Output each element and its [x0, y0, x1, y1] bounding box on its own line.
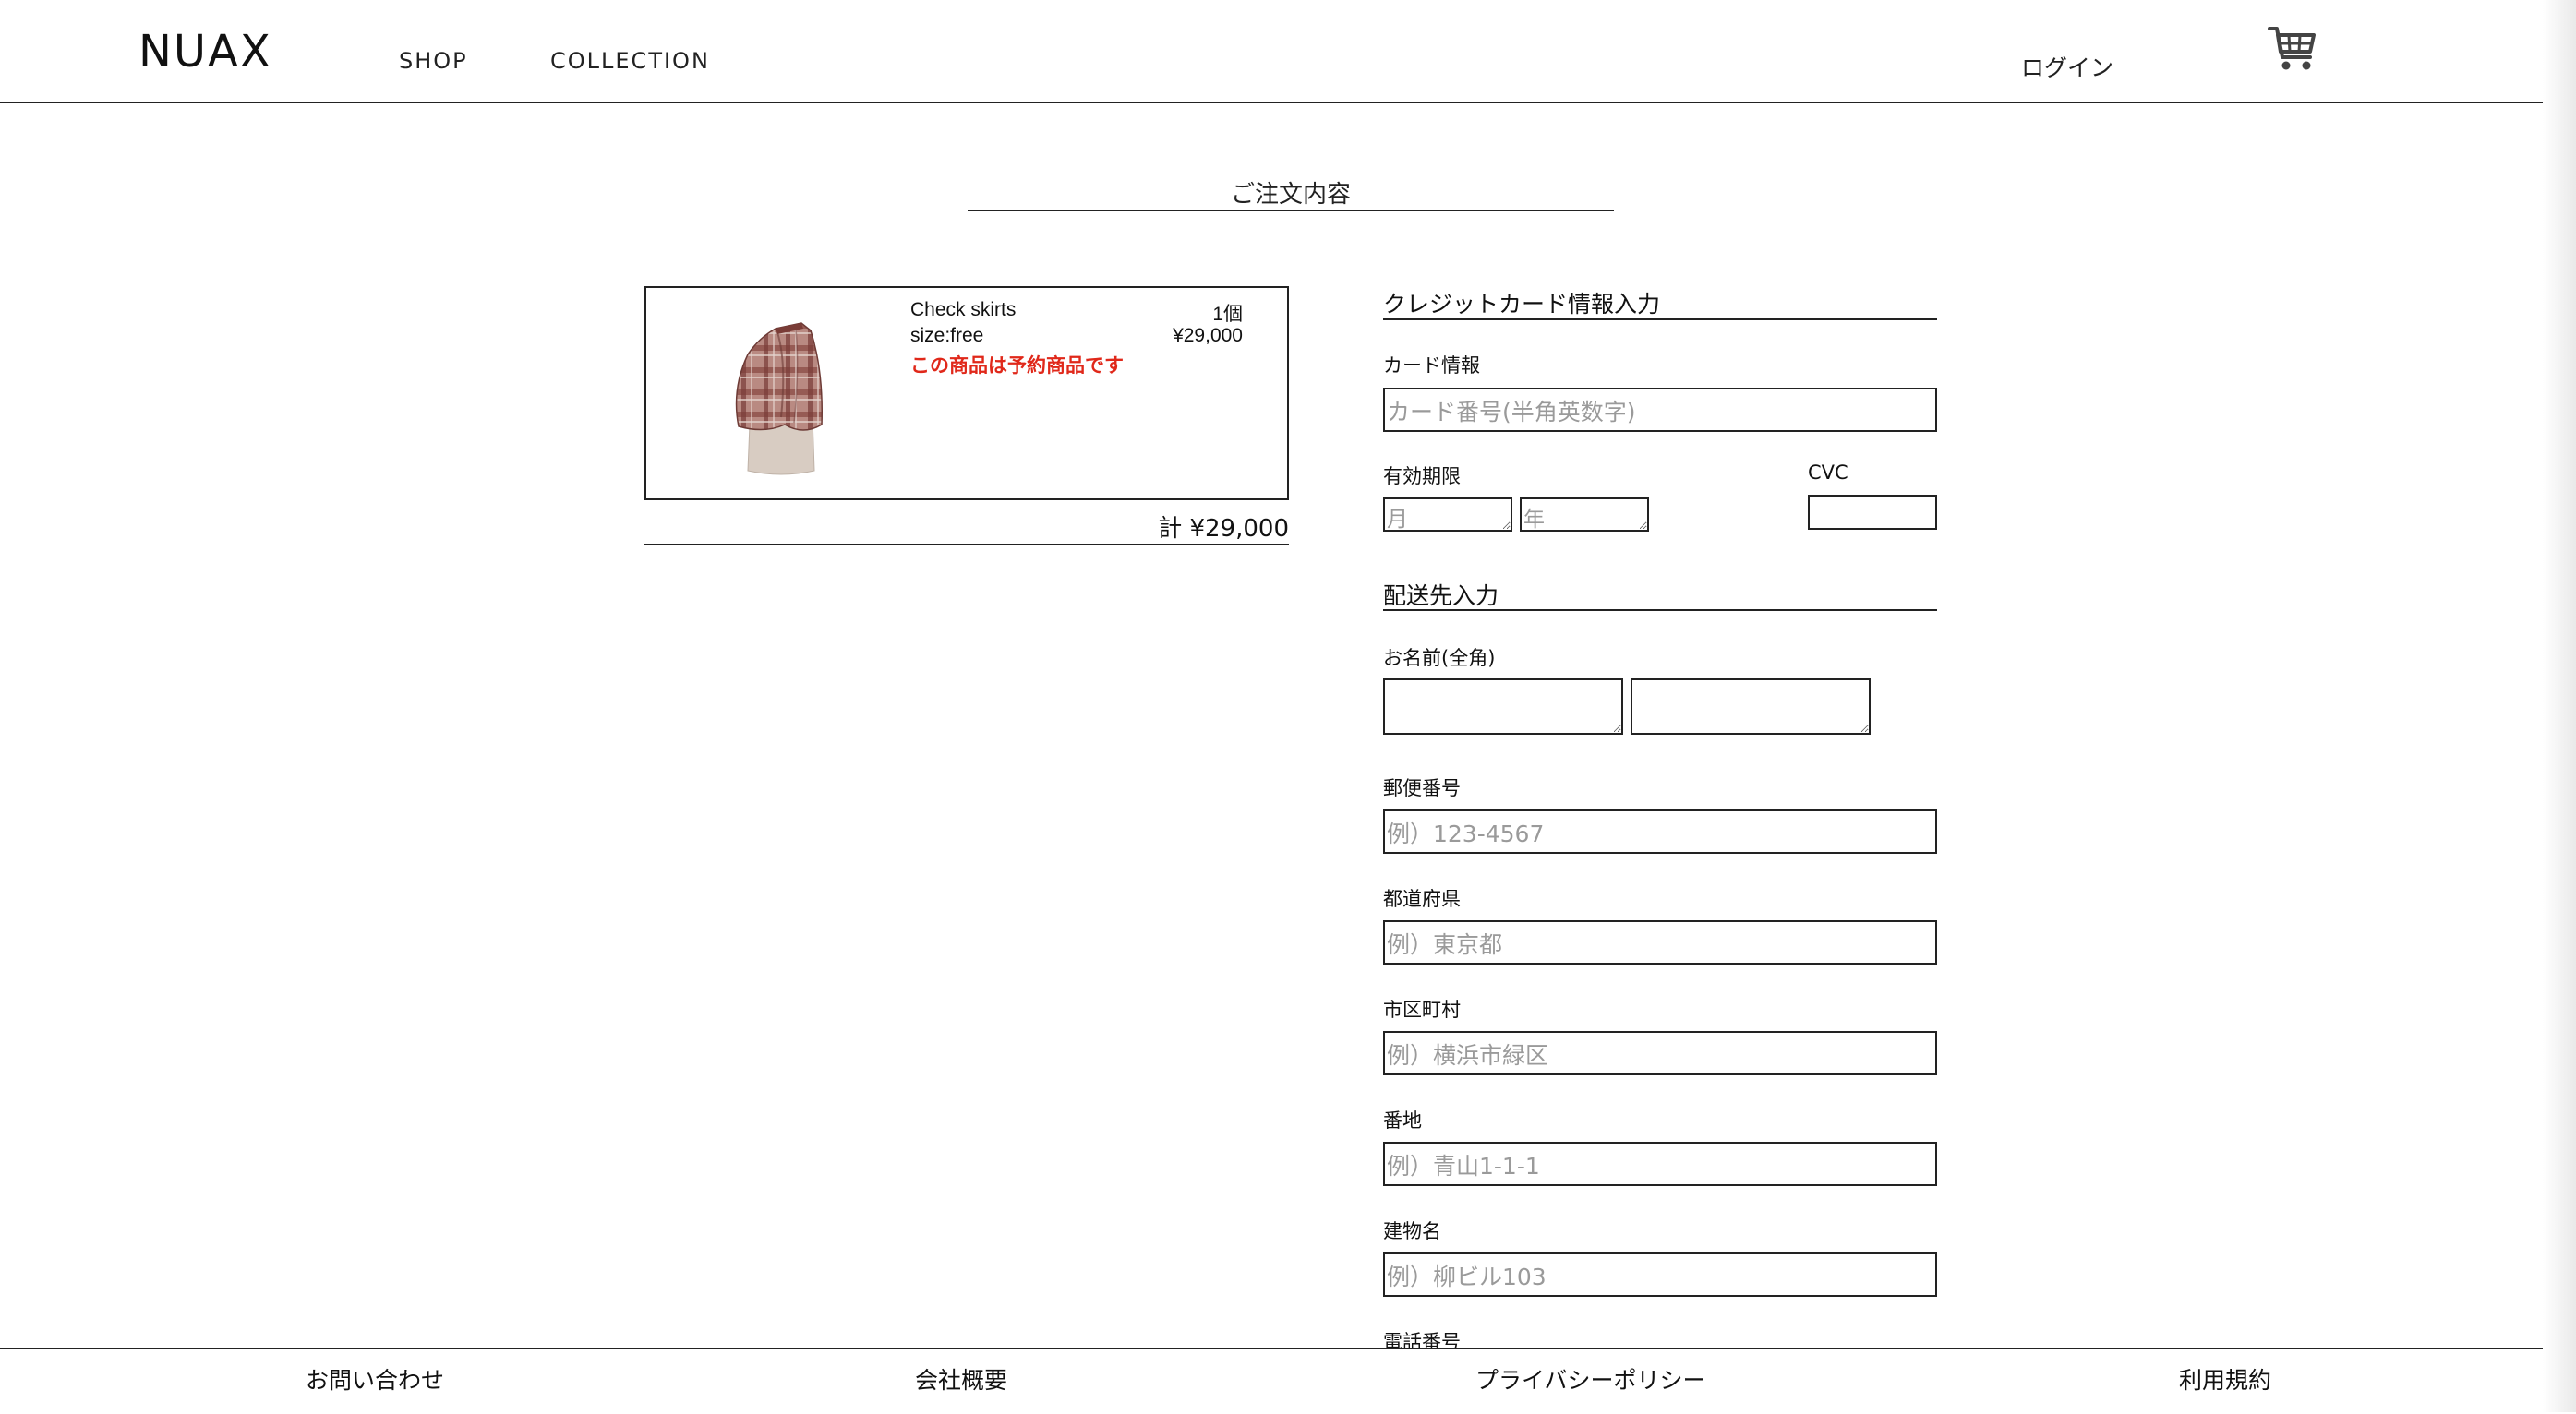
- cart-icon[interactable]: [2268, 24, 2317, 74]
- city-label: 市区町村: [1383, 999, 1461, 1021]
- footer-terms-link[interactable]: 利用規約: [2179, 1362, 2271, 1396]
- cvc-label: CVC: [1808, 461, 1848, 484]
- street-address-label: 番地: [1383, 1109, 1422, 1132]
- card-number-input[interactable]: [1383, 388, 1937, 432]
- street-address-input[interactable]: [1383, 1142, 1937, 1186]
- credit-card-heading: クレジットカード情報入力: [1383, 291, 1661, 318]
- footer-contact-link[interactable]: お問い合わせ: [306, 1362, 444, 1396]
- site-header: NUAX SHOP COLLECTION ログイン: [0, 0, 2576, 103]
- footer-privacy-link[interactable]: プライバシーポリシー: [1475, 1362, 1706, 1396]
- card-info-label: カード情報: [1383, 354, 1480, 377]
- nav-collection-link[interactable]: COLLECTION: [550, 48, 710, 74]
- footer-company-link[interactable]: 会社概要: [915, 1362, 1007, 1396]
- preorder-notice: この商品は予約商品です: [910, 354, 1124, 377]
- window-right-edge: [2543, 0, 2576, 1412]
- shipping-heading: 配送先入力: [1383, 582, 1499, 609]
- nav-shop-link[interactable]: SHOP: [399, 48, 468, 74]
- first-name-input[interactable]: [1631, 678, 1871, 735]
- product-quantity: 1個: [1212, 304, 1243, 325]
- product-size: size:free: [910, 325, 984, 346]
- city-input[interactable]: [1383, 1031, 1937, 1075]
- postal-code-label: 郵便番号: [1383, 777, 1461, 799]
- order-total: 計 ¥29,000: [1158, 515, 1289, 543]
- site-footer: お問い合わせ 会社概要 プライバシーポリシー 利用規約: [0, 1348, 2576, 1414]
- prefecture-input[interactable]: [1383, 920, 1937, 965]
- product-price: ¥29,000: [1173, 325, 1243, 346]
- expiry-month-input[interactable]: [1383, 497, 1512, 532]
- building-label: 建物名: [1383, 1220, 1441, 1242]
- prefecture-label: 都道府県: [1383, 888, 1461, 910]
- login-link[interactable]: ログイン: [2021, 50, 2113, 83]
- postal-code-input[interactable]: [1383, 809, 1937, 854]
- shipping-heading-rule: [1383, 609, 1937, 611]
- title-divider: [968, 210, 1614, 211]
- expiry-year-input[interactable]: [1520, 497, 1649, 532]
- order-summary-title: ご注文内容: [1230, 181, 1351, 209]
- total-divider: [644, 544, 1289, 545]
- last-name-input[interactable]: [1383, 678, 1623, 735]
- cvc-input[interactable]: [1808, 495, 1937, 530]
- product-image[interactable]: [711, 316, 849, 482]
- product-name: Check skirts: [910, 299, 1017, 320]
- cart-item-card: Check skirts size:free この商品は予約商品です 1個 ¥2…: [644, 286, 1289, 500]
- name-label: お名前(全角): [1383, 647, 1496, 669]
- expiry-label: 有効期限: [1383, 465, 1461, 487]
- building-input[interactable]: [1383, 1252, 1937, 1297]
- site-logo[interactable]: NUAX: [138, 26, 272, 78]
- credit-card-heading-rule: [1383, 318, 1937, 320]
